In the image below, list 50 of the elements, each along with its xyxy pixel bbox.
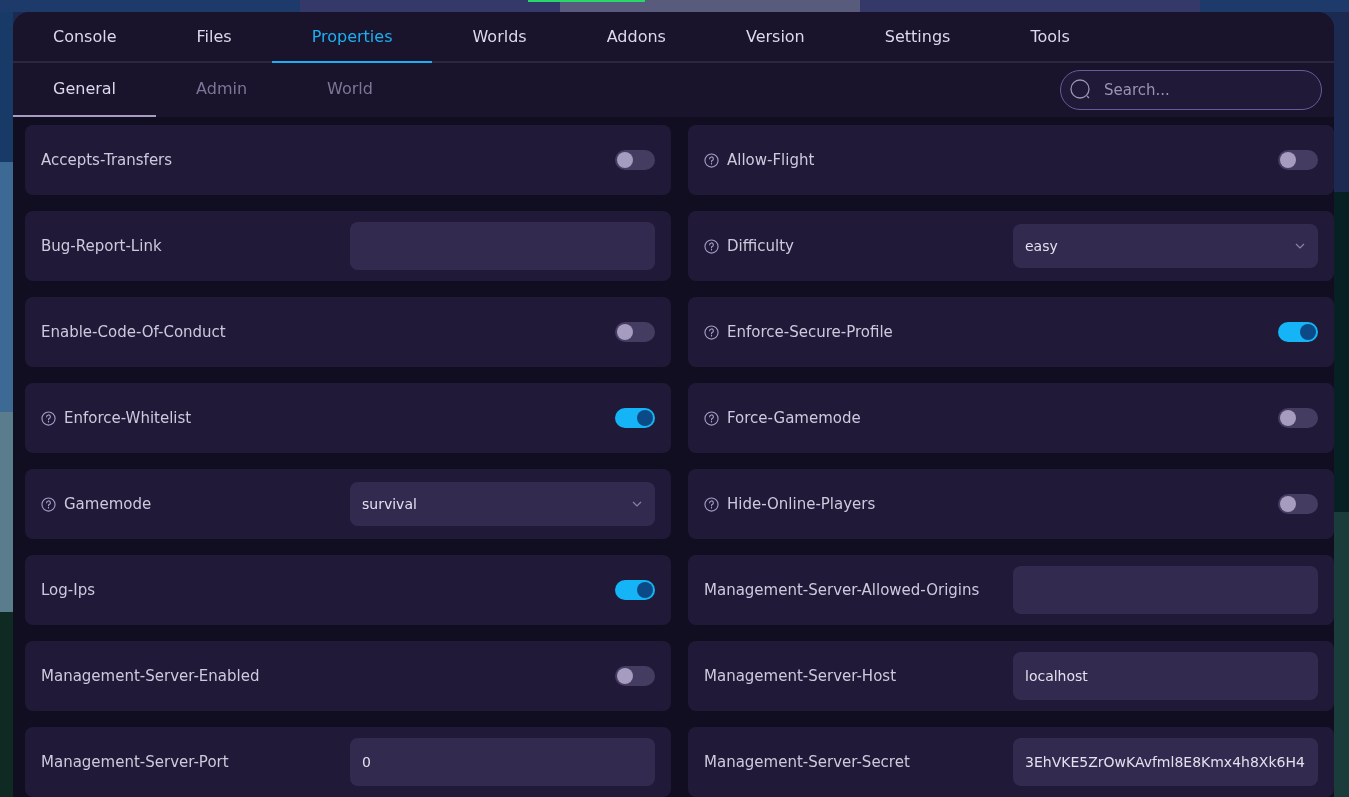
property-label: Management-Server-Enabled (41, 666, 261, 687)
toggle-switch[interactable] (615, 580, 655, 600)
sub-tab[interactable]: World (287, 62, 413, 117)
property-label: Bug-Report-Link (41, 236, 163, 257)
toggle-switch[interactable] (1278, 150, 1318, 170)
tab[interactable]: Version (705, 12, 845, 63)
property-label: Management-Server-Host (704, 666, 898, 687)
property-label: Gamemode (64, 494, 153, 515)
property-label: Management-Server-Secret (704, 752, 911, 773)
toggle-switch[interactable] (1278, 322, 1318, 342)
input-field[interactable] (350, 222, 655, 270)
input-field[interactable] (1013, 566, 1318, 614)
input-field[interactable]: 3EhVKE5ZrOwKAvfml8E8Kmx4h8Xk6H4 (1013, 738, 1318, 786)
tab[interactable]: Properties (271, 12, 433, 63)
tab[interactable]: Files (156, 12, 272, 63)
help-icon[interactable] (704, 496, 719, 512)
property-label: Management-Server-Allowed-Origins (704, 580, 981, 601)
tab[interactable]: Settings (844, 12, 991, 63)
help-icon[interactable] (704, 152, 719, 168)
property-label: Hide-Online-Players (727, 494, 877, 515)
property-label: Enable-Code-Of-Conduct (41, 322, 227, 343)
tab[interactable]: Tools (990, 12, 1110, 63)
toggle-switch[interactable] (615, 666, 655, 686)
input-field[interactable]: 0 (350, 738, 655, 786)
property-label: Log-Ips (41, 580, 96, 601)
property-label: Accepts-Transfers (41, 150, 174, 171)
tab[interactable]: Console (13, 12, 157, 63)
search-field[interactable]: Search... (1060, 69, 1322, 110)
property-label: Difficulty (727, 236, 795, 257)
toggle-switch[interactable] (615, 408, 655, 428)
toggle-switch[interactable] (1278, 408, 1318, 428)
tab[interactable]: Addons (566, 12, 706, 63)
select-field[interactable]: survival (350, 482, 655, 526)
input-field[interactable]: localhost (1013, 652, 1318, 700)
toggle-switch[interactable] (1278, 494, 1318, 514)
property-label: Enforce-Secure-Profile (727, 322, 894, 343)
toggle-switch[interactable] (615, 150, 655, 170)
help-icon[interactable] (704, 410, 719, 426)
property-label: Force-Gamemode (727, 408, 862, 429)
help-icon[interactable] (704, 238, 719, 254)
property-label: Allow-Flight (727, 150, 816, 171)
property-label: Enforce-Whitelist (64, 408, 193, 429)
select-field[interactable]: easy (1013, 224, 1318, 268)
property-label: Management-Server-Port (41, 752, 230, 773)
tab[interactable]: Worlds (432, 12, 567, 63)
toggle-switch[interactable] (615, 322, 655, 342)
sub-tab[interactable]: Admin (156, 62, 288, 117)
help-icon[interactable] (41, 410, 56, 426)
help-icon[interactable] (41, 496, 56, 512)
help-icon[interactable] (704, 324, 719, 340)
